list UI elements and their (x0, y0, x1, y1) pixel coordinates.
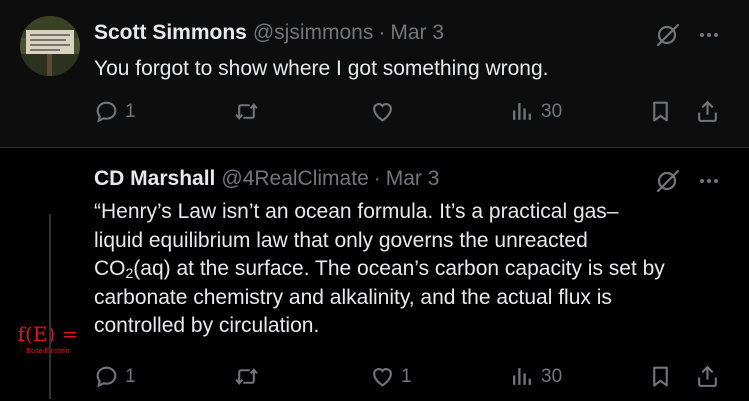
tweet-header: Scott Simmons @sjsimmons · Mar 3 (94, 21, 444, 45)
separator-dot: · (378, 21, 386, 44)
thread-line (49, 214, 51, 399)
co2-text: CO (94, 257, 126, 280)
reply-count: 1 (125, 365, 136, 387)
user-handle[interactable]: @4RealClimate (221, 167, 368, 191)
tweet-text: You forgot to show where I got something… (94, 55, 714, 84)
tweet-scott-simmons[interactable]: Scott Simmons @sjsimmons · Mar 3 You for… (0, 0, 749, 147)
reply-icon (96, 101, 117, 123)
views-count: 30 (541, 365, 563, 387)
like-button[interactable] (370, 99, 401, 124)
share-button[interactable] (695, 99, 720, 124)
tweet-text-line: “Henry’s Law isn’t an ocean formula. It’… (94, 200, 619, 223)
views-count: 30 (541, 100, 563, 122)
bookmark-button[interactable] (648, 99, 673, 124)
share-icon (698, 365, 717, 387)
views-icon (513, 368, 531, 385)
share-icon (698, 100, 717, 122)
retweet-icon (235, 368, 258, 385)
tweet-date[interactable]: Mar 3 (390, 21, 444, 45)
more-icon[interactable] (697, 23, 721, 52)
tweet-text-line: controlled by circulation. (94, 314, 320, 337)
avatar[interactable] (20, 16, 80, 76)
tweet-date[interactable]: Mar 3 (386, 167, 440, 191)
tweet-text-line: You forgot to show where I got something… (94, 57, 549, 80)
tweet-top-icons (655, 168, 721, 199)
grok-icon[interactable] (655, 22, 681, 53)
share-button[interactable] (695, 364, 720, 389)
views-button[interactable]: 30 (510, 364, 562, 389)
tweet-text-line: CO2(aq) at the surface. The ocean’s carb… (94, 255, 714, 284)
tweet-text-line-rest: (aq) at the surface. The ocean’s carbon … (133, 257, 665, 280)
bookmark-icon (653, 101, 668, 122)
separator-dot: · (373, 167, 381, 190)
retweet-button[interactable] (234, 99, 265, 124)
tweet-cd-marshall[interactable]: f(E) = Bose-Einstein CD Marshall @4RealC… (0, 147, 749, 401)
display-name[interactable]: Scott Simmons (94, 21, 247, 45)
retweet-button[interactable] (234, 364, 265, 389)
reply-button[interactable]: 1 (94, 99, 136, 124)
retweet-icon (235, 103, 258, 120)
user-handle[interactable]: @sjsimmons (253, 21, 374, 45)
tweet-text-line: carbonate chemistry and alkalinity, and … (94, 285, 612, 309)
tweet-actions: 1 30 (94, 99, 724, 129)
tweet-text: “Henry’s Law isn’t an ocean formula. It’… (94, 198, 714, 341)
like-icon (373, 103, 392, 122)
like-icon (373, 368, 392, 387)
bookmark-button[interactable] (648, 364, 673, 389)
reply-button[interactable]: 1 (94, 364, 136, 389)
tweet-text-line: liquid equilibrium law that only governs… (94, 228, 588, 252)
avatar[interactable]: f(E) = Bose-Einstein (18, 308, 78, 368)
grok-icon[interactable] (655, 168, 681, 199)
reply-icon (96, 366, 117, 388)
more-icon[interactable] (697, 169, 721, 198)
views-button[interactable]: 30 (510, 99, 562, 124)
avatar-formula: f(E) = (18, 322, 78, 346)
bookmark-icon (653, 366, 668, 387)
views-icon (513, 103, 531, 120)
tweet-actions: 1 1 30 (94, 364, 724, 394)
tweet-top-icons (655, 22, 721, 53)
reply-count: 1 (125, 100, 136, 122)
like-button[interactable]: 1 (370, 364, 412, 389)
display-name[interactable]: CD Marshall (94, 167, 215, 191)
like-count: 1 (401, 365, 412, 387)
tweet-header: CD Marshall @4RealClimate · Mar 3 (94, 167, 439, 191)
